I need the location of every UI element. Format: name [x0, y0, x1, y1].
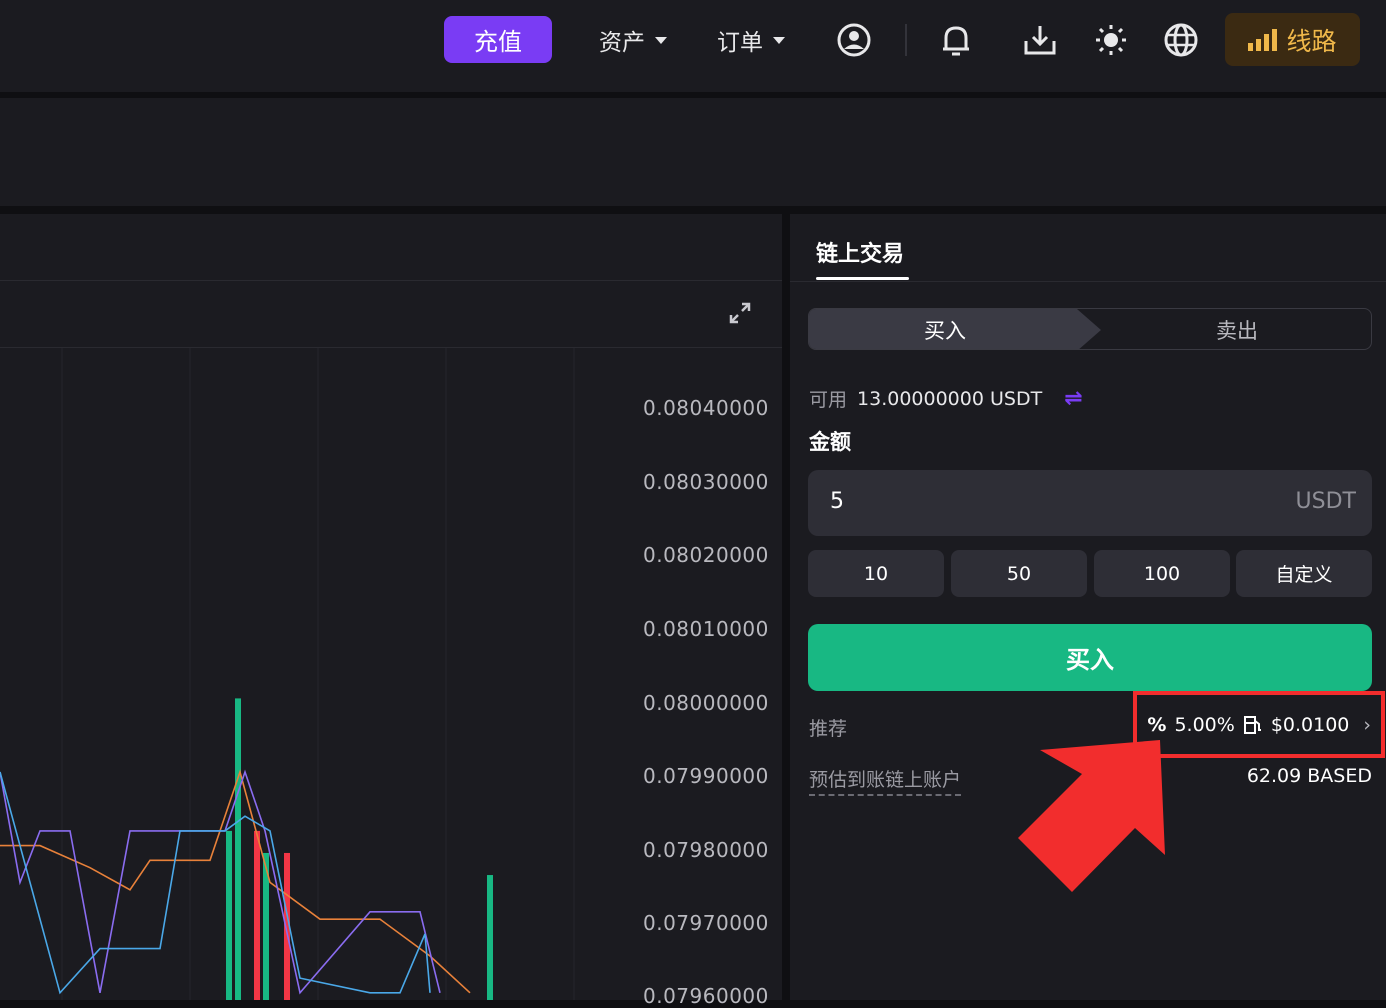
candle-bar — [235, 698, 241, 1000]
separator — [905, 24, 907, 56]
tab-onchain-trade[interactable]: 链上交易 — [816, 236, 904, 268]
y-tick-label: 0.08020000 — [643, 543, 769, 567]
expand-icon[interactable] — [725, 298, 755, 328]
info-band — [0, 98, 1386, 206]
y-tick-label: 0.08010000 — [643, 617, 769, 641]
amount-input[interactable]: 5 USDT — [808, 470, 1372, 536]
quick-amount-button[interactable]: 50 — [951, 550, 1087, 597]
chevron-down-icon — [655, 36, 667, 44]
quick-amount-button[interactable]: 10 — [808, 550, 944, 597]
y-tick-label: 0.08000000 — [643, 691, 769, 715]
y-tick-label: 0.08040000 — [643, 396, 769, 420]
y-tick-label: 0.08030000 — [643, 470, 769, 494]
quick-amount-button[interactable]: 100 — [1094, 550, 1230, 597]
highlight-box — [1133, 691, 1385, 758]
sell-segment[interactable]: 卖出 — [1101, 309, 1371, 349]
recommend-label: 推荐 — [809, 718, 848, 740]
amount-label: 金额 — [809, 430, 851, 454]
y-tick-label: 0.07990000 — [643, 764, 769, 788]
available-label: 可用 — [809, 389, 848, 411]
tab-underline — [816, 277, 909, 280]
estimate-value: 62.09 BASED — [1246, 765, 1372, 787]
candle-bar — [226, 830, 232, 1000]
amount-unit: USDT — [1295, 489, 1356, 514]
deposit-button[interactable]: 充值 — [444, 16, 552, 63]
assets-label: 资产 — [599, 30, 645, 56]
annotation-arrow-icon — [1018, 740, 1165, 892]
estimate-label: 预估到账链上账户 — [809, 765, 962, 796]
y-tick-label: 0.07980000 — [643, 838, 769, 862]
orders-menu[interactable]: 订单 — [717, 22, 785, 58]
orders-label: 订单 — [717, 30, 763, 56]
candle-bar — [487, 875, 493, 1000]
user-icon[interactable] — [834, 20, 874, 60]
candle-bar — [254, 830, 260, 1000]
price-chart[interactable]: 0.08040000 0.08030000 0.08020000 0.08010… — [0, 214, 782, 1008]
globe-icon[interactable] — [1161, 20, 1201, 60]
route-label: 线路 — [1286, 26, 1337, 56]
signal-icon — [1248, 28, 1278, 51]
buy-segment[interactable]: 买入 — [809, 309, 1101, 349]
assets-menu[interactable]: 资产 — [599, 22, 667, 58]
series-line — [0, 771, 431, 995]
top-navbar: 充值 资产 订单 线路 — [0, 0, 1386, 92]
divider — [790, 281, 1386, 282]
buy-sell-toggle: 买入 卖出 — [808, 308, 1372, 350]
buy-button[interactable]: 买入 — [808, 624, 1372, 691]
series-line — [0, 769, 441, 995]
chart-toolbar — [0, 280, 782, 348]
bell-icon[interactable] — [936, 20, 976, 60]
swap-icon[interactable]: ⇌ — [1064, 386, 1082, 411]
route-button[interactable]: 线路 — [1225, 13, 1360, 66]
available-balance: 可用 13.00000000 USDT ⇌ — [809, 385, 1083, 412]
chevron-down-icon — [773, 36, 785, 44]
chart-plot-area — [0, 348, 575, 1000]
y-tick-label: 0.07960000 — [643, 984, 769, 1008]
y-tick-label: 0.07970000 — [643, 911, 769, 935]
sun-icon[interactable] — [1091, 20, 1131, 60]
amount-value: 5 — [830, 489, 844, 514]
available-value: 13.00000000 USDT — [857, 387, 1043, 410]
custom-amount-button[interactable]: 自定义 — [1236, 550, 1372, 597]
download-icon[interactable] — [1020, 20, 1060, 60]
